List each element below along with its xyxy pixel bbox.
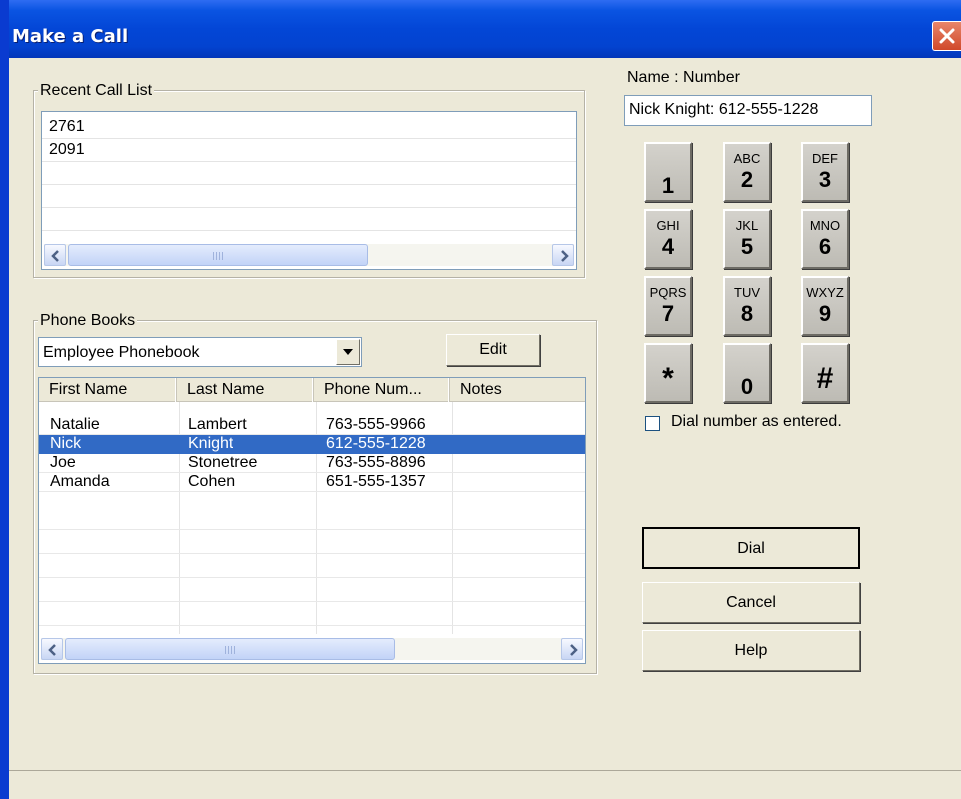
column-header-phone-number[interactable]: Phone Num... xyxy=(314,378,450,402)
scroll-left-button[interactable] xyxy=(41,638,63,660)
scroll-thumb[interactable] xyxy=(68,244,368,266)
list-item xyxy=(42,185,576,208)
edit-button[interactable]: Edit xyxy=(446,334,540,366)
cell-last-name: Knight xyxy=(188,435,234,452)
close-icon xyxy=(939,28,955,44)
chevron-right-icon xyxy=(561,250,569,262)
key-5[interactable]: JKL 5 xyxy=(723,209,771,269)
scroll-thumb[interactable] xyxy=(65,638,395,660)
window-left-border xyxy=(0,0,9,799)
table-row-empty xyxy=(39,559,585,578)
cell-first-name: Nick xyxy=(50,435,82,452)
table-row[interactable]: Natalie Lambert 763-555-9966 xyxy=(39,416,585,435)
phonebook-dropdown-button[interactable] xyxy=(336,339,360,365)
cell-first-name: Amanda xyxy=(50,473,110,490)
key-8[interactable]: TUV 8 xyxy=(723,276,771,336)
key-9[interactable]: WXYZ 9 xyxy=(801,276,849,336)
cell-phone-number: 763-555-8896 xyxy=(326,454,426,471)
scroll-grip xyxy=(213,252,225,260)
chevron-right-icon xyxy=(570,644,578,656)
name-number-field[interactable]: Nick Knight: 612-555-1228 xyxy=(624,95,872,126)
help-button[interactable]: Help xyxy=(642,630,860,671)
key-hash[interactable]: # xyxy=(801,343,849,403)
list-item[interactable]: 2761 xyxy=(42,116,576,139)
key-7[interactable]: PQRS 7 xyxy=(644,276,692,336)
phonebook-table[interactable]: First Name Last Name Phone Num... Notes … xyxy=(38,377,586,664)
dial-button[interactable]: Dial xyxy=(642,527,860,569)
cell-first-name: Joe xyxy=(50,454,76,471)
table-row[interactable]: Joe Stonetree 763-555-8896 xyxy=(39,454,585,473)
window-title: Make a Call xyxy=(12,26,129,47)
status-divider xyxy=(9,770,961,771)
cell-first-name: Natalie xyxy=(50,416,100,433)
cell-phone-number: 612-555-1228 xyxy=(326,435,426,452)
column-header-notes[interactable]: Notes xyxy=(450,378,585,402)
list-item[interactable]: 2091 xyxy=(42,139,576,162)
close-button[interactable] xyxy=(932,21,961,51)
key-1[interactable]: 1 xyxy=(644,142,692,202)
list-item xyxy=(42,208,576,231)
key-0[interactable]: 0 xyxy=(723,343,771,403)
scroll-left-button[interactable] xyxy=(44,244,66,266)
recent-call-list-legend: Recent Call List xyxy=(38,82,155,100)
chevron-left-icon xyxy=(48,644,56,656)
dial-as-entered-label: Dial number as entered. xyxy=(671,413,842,430)
cell-phone-number: 763-555-9966 xyxy=(326,416,426,433)
phonebook-select[interactable]: Employee Phonebook xyxy=(38,337,362,367)
cell-last-name: Lambert xyxy=(188,416,247,433)
key-3[interactable]: DEF 3 xyxy=(801,142,849,202)
cancel-button[interactable]: Cancel xyxy=(642,582,860,623)
scroll-right-button[interactable] xyxy=(561,638,583,660)
recent-list-hscrollbar[interactable] xyxy=(44,244,574,266)
column-header-last-name[interactable]: Last Name xyxy=(177,378,314,402)
key-6[interactable]: MNO 6 xyxy=(801,209,849,269)
column-header-first-name[interactable]: First Name xyxy=(39,378,177,402)
table-row-empty xyxy=(39,511,585,530)
key-2[interactable]: ABC 2 xyxy=(723,142,771,202)
table-row-empty xyxy=(39,607,585,626)
list-item xyxy=(42,162,576,185)
chevron-down-icon xyxy=(343,349,353,355)
make-a-call-window: Make a Call Recent Call List 2761 2091 P… xyxy=(0,0,961,799)
phonebook-hscrollbar[interactable] xyxy=(41,638,583,660)
key-4[interactable]: GHI 4 xyxy=(644,209,692,269)
cell-last-name: Cohen xyxy=(188,473,236,490)
key-star[interactable]: * xyxy=(644,343,692,403)
recent-call-list[interactable]: 2761 2091 xyxy=(41,111,577,270)
cell-last-name: Stonetree xyxy=(188,454,258,471)
table-row-empty xyxy=(39,583,585,602)
title-bar[interactable]: Make a Call xyxy=(0,0,961,58)
scroll-right-button[interactable] xyxy=(552,244,574,266)
chevron-left-icon xyxy=(51,250,59,262)
table-row-empty xyxy=(39,535,585,554)
cell-phone-number: 651-555-1357 xyxy=(326,473,426,490)
name-number-label: Name : Number xyxy=(627,69,740,86)
table-header: First Name Last Name Phone Num... Notes xyxy=(39,378,585,402)
table-row[interactable]: Amanda Cohen 651-555-1357 xyxy=(39,473,585,492)
scroll-grip xyxy=(225,646,237,654)
phone-books-legend: Phone Books xyxy=(38,312,138,330)
dial-as-entered-checkbox[interactable] xyxy=(645,416,660,431)
phonebook-select-value: Employee Phonebook xyxy=(43,344,200,361)
table-row-selected[interactable]: Nick Knight 612-555-1228 xyxy=(39,435,585,454)
